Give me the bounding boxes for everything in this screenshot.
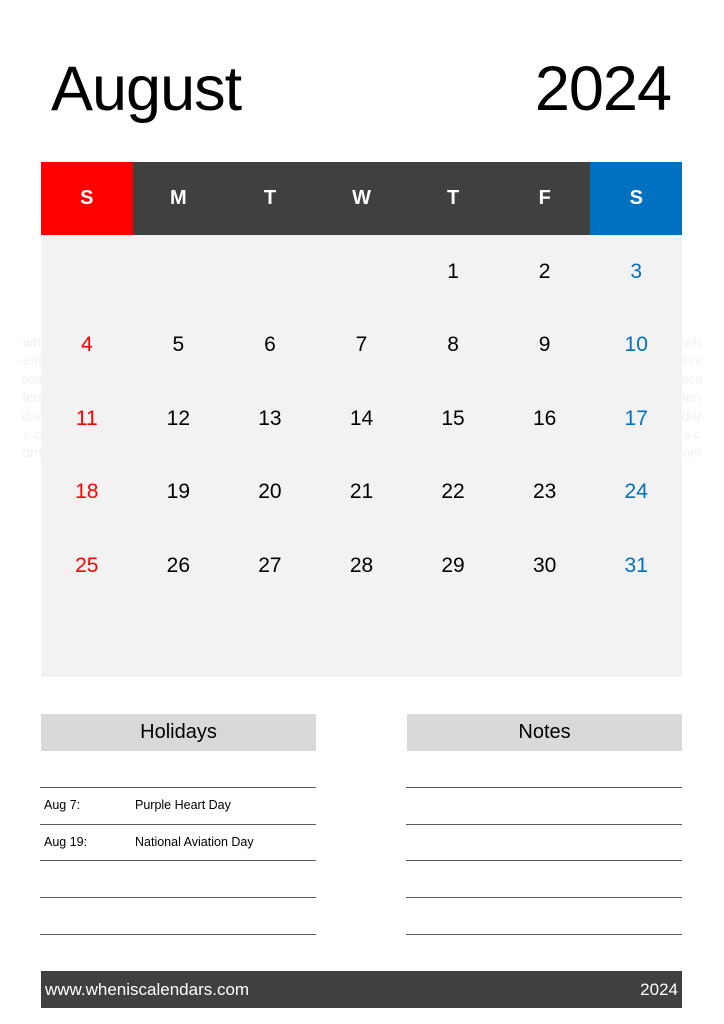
day-cell: 22 <box>441 480 465 504</box>
empty-day-cell <box>590 603 682 677</box>
day-cell: 19 <box>166 480 191 504</box>
day-cell: 5 <box>172 333 185 357</box>
day-cell: 10 <box>624 333 648 357</box>
day-cell: 21 <box>349 480 374 504</box>
day-cell: 26 <box>166 553 191 577</box>
weekday-friday: F <box>538 187 551 209</box>
holiday-line <box>40 787 316 788</box>
note-line <box>406 824 682 825</box>
day-cell: 27 <box>258 553 282 577</box>
weekday-header: S M T W T F S <box>41 162 683 235</box>
day-cell: 31 <box>624 553 648 577</box>
empty-day-cell <box>133 603 225 677</box>
day-cell: 8 <box>447 333 459 357</box>
weekday-thursday: T <box>446 187 460 209</box>
empty-day-cell <box>41 235 133 309</box>
day-cell: 20 <box>258 480 282 504</box>
note-line <box>406 897 682 898</box>
holiday-name: National Aviation Day <box>135 835 254 849</box>
day-cell: 24 <box>624 480 648 504</box>
day-cell: 3 <box>630 259 643 283</box>
day-cell: 14 <box>349 406 374 430</box>
day-cell: 30 <box>532 553 557 577</box>
holiday-date: Aug 19: <box>44 835 88 849</box>
day-cell: 4 <box>80 333 93 357</box>
empty-day-cell <box>224 603 316 677</box>
day-cell: 11 <box>75 406 98 430</box>
day-cell: 17 <box>624 406 648 430</box>
empty-day-cell <box>316 235 408 309</box>
empty-day-cell <box>499 603 591 677</box>
day-cell: 29 <box>441 553 465 577</box>
empty-day-cell <box>133 235 225 309</box>
day-cell: 2 <box>538 259 551 283</box>
weekday-saturday: S <box>590 162 683 235</box>
footer-website: www.wheniscalendars.com <box>45 980 250 999</box>
watermark-right: wheniscalendars.com <box>681 334 703 461</box>
holiday-line <box>40 897 316 898</box>
day-cell: 28 <box>349 553 374 577</box>
day-cell: 16 <box>532 406 557 430</box>
day-cell: 7 <box>355 333 368 357</box>
day-cell: 23 <box>532 480 557 504</box>
holiday-line <box>40 824 316 825</box>
empty-day-cell <box>41 603 133 677</box>
holiday-name: Purple Heart Day <box>135 798 231 812</box>
holiday-line <box>40 934 316 935</box>
holidays-header: Holidays <box>41 714 316 751</box>
day-cell: 15 <box>441 406 465 430</box>
weekday-sunday: S <box>41 162 133 235</box>
day-cell: 18 <box>75 480 99 504</box>
footer-bar: www.wheniscalendars.com 2024 <box>41 971 682 1008</box>
empty-day-cell <box>407 603 499 677</box>
month-title: August <box>51 54 242 124</box>
holiday-item: Aug 7: Purple Heart Day <box>44 795 314 815</box>
weekday-monday: M <box>170 187 187 209</box>
day-cell: 25 <box>75 553 99 577</box>
holiday-item: Aug 19: National Aviation Day <box>44 832 314 852</box>
day-cell: 13 <box>258 406 282 430</box>
calendar-grid: 1 2 3 4 5 6 7 8 9 10 11 12 13 14 15 16 17 18 19 20 21 22 23 24 2… <box>41 235 682 677</box>
holiday-line <box>40 860 316 861</box>
weekday-tuesday: T <box>263 187 277 209</box>
day-cell: 9 <box>538 333 551 357</box>
note-line <box>406 860 682 861</box>
empty-day-cell <box>316 603 408 677</box>
note-line <box>406 787 682 788</box>
notes-header: Notes <box>407 714 682 751</box>
day-cell: 6 <box>264 333 276 357</box>
day-cell: 1 <box>447 259 459 283</box>
watermark-left: wheniscalendars.com <box>21 334 43 461</box>
empty-day-cell <box>224 235 316 309</box>
holiday-date: Aug 7: <box>44 798 81 812</box>
footer-year: 2024 <box>640 980 678 999</box>
weekday-wednesday: W <box>352 187 371 209</box>
day-cell: 12 <box>166 406 191 430</box>
note-line <box>406 934 682 935</box>
year-title: 2024 <box>534 54 672 124</box>
